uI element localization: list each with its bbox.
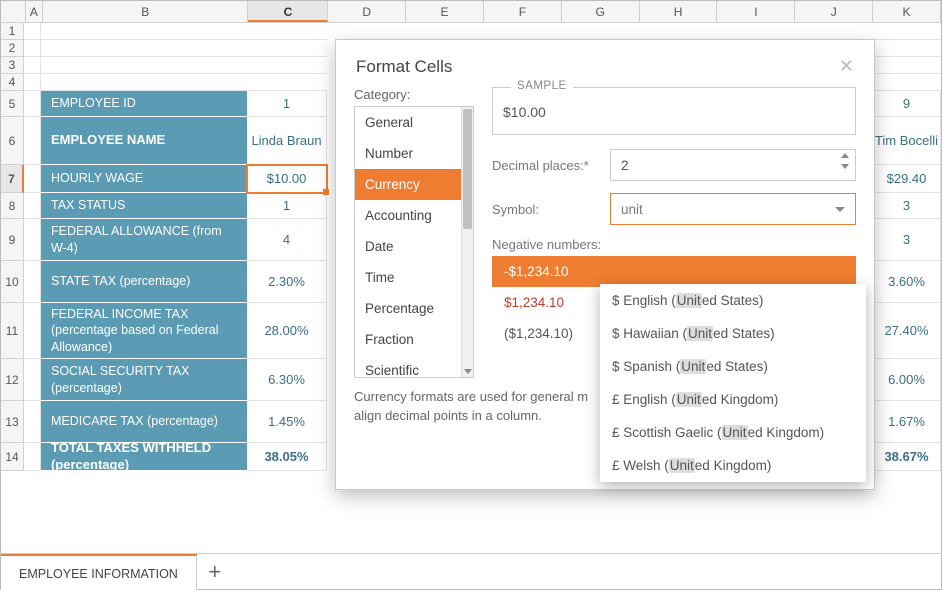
sheet-tab-employee-information[interactable]: EMPLOYEE INFORMATION [1,554,197,590]
negative-numbers-label: Negative numbers: [492,237,610,252]
label-employee-id[interactable]: EMPLOYEE ID [41,91,247,117]
col-header-D[interactable]: D [328,1,406,22]
category-item-date[interactable]: Date [355,231,473,262]
dd-item-4[interactable]: £ Scottish Gaelic (United Kingdom) [600,416,866,449]
cell-C10[interactable]: 2.30% [247,261,327,303]
symbol-dropdown-list[interactable]: $ English (United States) $ Hawaiian (Un… [600,284,866,482]
col-header-I[interactable]: I [717,1,795,22]
cell-K13[interactable]: 1.67% [873,401,941,443]
close-icon[interactable]: ✕ [839,56,854,77]
col-header-A[interactable]: A [26,1,43,22]
cell-C12[interactable]: 6.30% [247,359,327,401]
row-header-9[interactable]: 9 [1,219,24,261]
dd-item-2[interactable]: $ Spanish (United States) [600,350,866,383]
row-header-2[interactable]: 2 [1,40,24,57]
label-medicare-tax[interactable]: MEDICARE TAX (percentage) [41,401,247,443]
decimal-places-label: Decimal places:* [492,158,610,173]
neg-option-1[interactable]: -$1,234.10 [492,256,856,287]
row-header-8[interactable]: 8 [1,193,24,219]
row-header-1[interactable]: 1 [1,23,24,40]
label-tax-status[interactable]: TAX STATUS [41,193,247,219]
sheet-tab-bar: EMPLOYEE INFORMATION + [1,553,941,589]
category-item-fraction[interactable]: Fraction [355,324,473,355]
dd-item-3[interactable]: £ English (United Kingdom) [600,383,866,416]
col-header-C[interactable]: C [248,1,328,22]
label-total-taxes[interactable]: TOTAL TAXES WITHHELD (percentage) [41,443,247,471]
cell-K7[interactable]: $29.40 [873,165,941,193]
cell-K5[interactable]: 9 [873,91,941,117]
row-header-10[interactable]: 10 [1,261,24,303]
add-sheet-button[interactable]: + [197,556,233,588]
cell-K9[interactable]: 3 [873,219,941,261]
row-header-11[interactable]: 11 [1,303,24,359]
label-federal-allowance[interactable]: FEDERAL ALLOWANCE (from W-4) [41,219,247,261]
row-header-13[interactable]: 13 [1,401,24,443]
cell-C6[interactable]: Linda Braun [247,117,327,165]
symbol-combobox[interactable]: unit [610,193,856,225]
dd-item-0[interactable]: $ English (United States) [600,284,866,317]
label-employee-name[interactable]: EMPLOYEE NAME [41,117,247,165]
col-header-E[interactable]: E [406,1,484,22]
category-item-accounting[interactable]: Accounting [355,200,473,231]
symbol-label: Symbol: [492,202,610,217]
row-header-12[interactable]: 12 [1,359,24,401]
col-header-J[interactable]: J [795,1,873,22]
decimal-places-value: 2 [621,158,629,173]
cell-K6[interactable]: Tim Bocelli [873,117,941,165]
category-item-general[interactable]: General [355,107,473,138]
cell-C7-active[interactable]: $10.00 [247,165,327,193]
sample-label: SAMPLE [511,80,573,92]
label-social-security-tax[interactable]: SOCIAL SECURITY TAX (percentage) [41,359,247,401]
category-item-number[interactable]: Number [355,138,473,169]
col-header-F[interactable]: F [484,1,562,22]
dialog-title: Format Cells [356,57,452,77]
cell-C9[interactable]: 4 [247,219,327,261]
cell-K10[interactable]: 3.60% [873,261,941,303]
row-header-5[interactable]: 5 [1,91,24,117]
dd-item-5[interactable]: £ Welsh (United Kingdom) [600,449,866,482]
row-header-14[interactable]: 14 [1,443,24,471]
cell-K12[interactable]: 6.00% [873,359,941,401]
spinner-icon[interactable] [841,153,849,169]
col-header-G[interactable]: G [562,1,640,22]
chevron-down-icon[interactable] [835,207,845,212]
label-federal-income-tax[interactable]: FEDERAL INCOME TAX (percentage based on … [41,303,247,359]
cell-C8[interactable]: 1 [247,193,327,219]
column-headers: A B C D E F G H I J K [1,1,941,23]
category-item-scientific[interactable]: Scientific [355,355,473,378]
cell-K11[interactable]: 27.40% [873,303,941,359]
col-header-K[interactable]: K [873,1,941,22]
category-label: Category: [354,87,474,102]
row-header-4[interactable]: 4 [1,74,24,91]
row-header-3[interactable]: 3 [1,57,24,74]
select-all-corner[interactable] [1,1,26,22]
row-header-7[interactable]: 7 [1,165,24,193]
col-header-H[interactable]: H [640,1,718,22]
sample-value: $10.00 [503,92,845,120]
sample-box: SAMPLE $10.00 [492,87,856,135]
cell-K8[interactable]: 3 [873,193,941,219]
decimal-places-input[interactable]: 2 [610,149,856,181]
cell-C5[interactable]: 1 [247,91,327,117]
label-hourly-wage[interactable]: HOURLY WAGE [41,165,247,193]
row-headers: 1 2 3 4 5 6 7 8 9 10 11 12 13 14 [1,23,24,471]
category-item-time[interactable]: Time [355,262,473,293]
cell-C11[interactable]: 28.00% [247,303,327,359]
category-scrollbar[interactable] [461,107,473,377]
row-header-6[interactable]: 6 [1,117,24,165]
category-item-percentage[interactable]: Percentage [355,293,473,324]
cell-C13[interactable]: 1.45% [247,401,327,443]
cell-C14[interactable]: 38.05% [247,443,327,471]
category-list[interactable]: General Number Currency Accounting Date … [354,106,474,378]
cell-K14[interactable]: 38.67% [873,443,941,471]
label-state-tax[interactable]: STATE TAX (percentage) [41,261,247,303]
dd-item-1[interactable]: $ Hawaiian (United States) [600,317,866,350]
symbol-value: unit [621,202,643,217]
col-header-B[interactable]: B [43,1,249,22]
category-item-currency[interactable]: Currency [355,169,473,200]
